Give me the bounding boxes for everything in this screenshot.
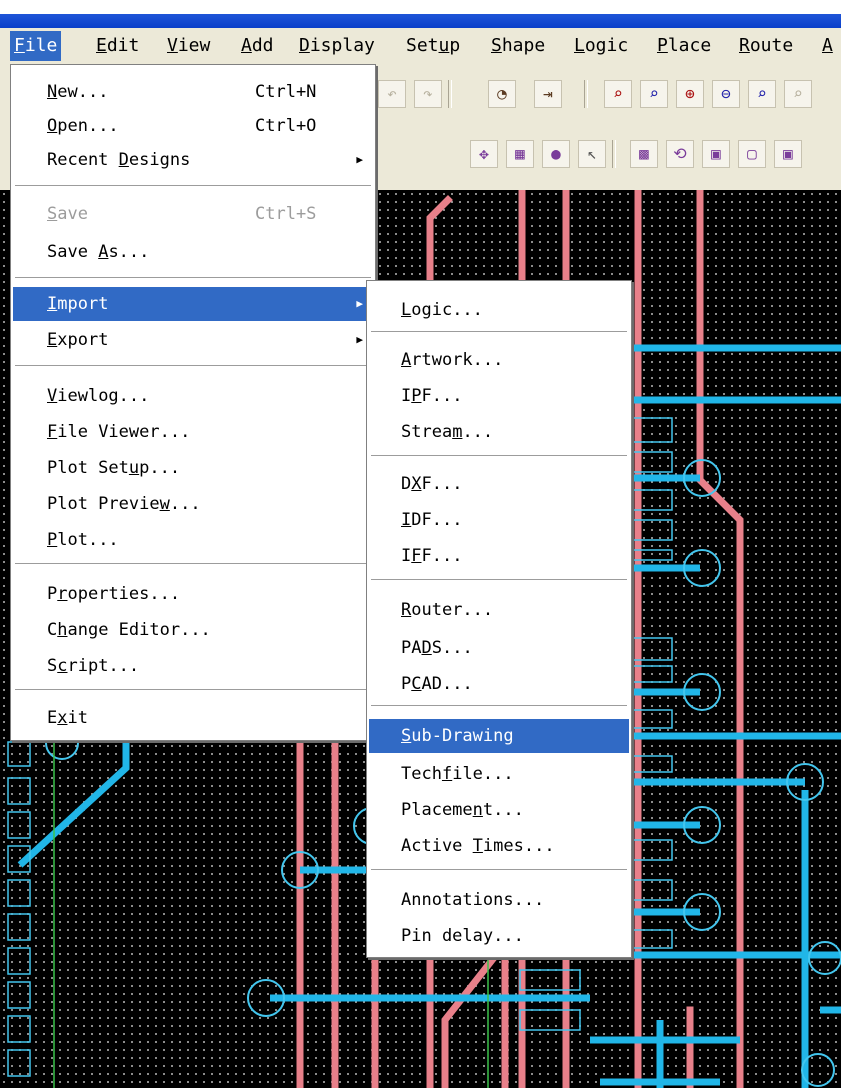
menu-item-active-times[interactable]: Active Times... (369, 829, 629, 863)
menu-separator (15, 277, 371, 279)
menu-separator (371, 869, 627, 871)
menu-item-artwork[interactable]: Artwork... (369, 343, 629, 377)
shortcut-label: Ctrl+N (255, 82, 317, 102)
pcb-pad-rect (7, 879, 31, 907)
shape-fill-icon[interactable]: ✥ (470, 140, 498, 168)
menu-item-dxf[interactable]: DXF... (369, 467, 629, 501)
menu-item-idf[interactable]: IDF... (369, 503, 629, 537)
submenu-arrow-icon: ▶ (356, 333, 363, 346)
menu-item-viewlog[interactable]: Viewlog... (13, 379, 373, 413)
menu-place[interactable]: Place (653, 31, 715, 61)
submenu-arrow-icon: ▶ (356, 153, 363, 166)
pcb-pad-rect (7, 913, 31, 941)
menu-item-properties[interactable]: Properties... (13, 577, 373, 611)
menu-item-new[interactable]: New... Ctrl+N (13, 75, 373, 109)
menu-item-plot[interactable]: Plot... (13, 523, 373, 557)
pcb-pad-rect (7, 777, 31, 805)
menu-logic[interactable]: Logic (570, 31, 632, 61)
menu-setup[interactable]: Setup (402, 31, 464, 61)
menu-item-change-editor[interactable]: Change Editor... (13, 613, 373, 647)
menu-separator (371, 705, 627, 707)
square-icon[interactable]: ▣ (702, 140, 730, 168)
square-outline-icon[interactable]: ▣ (774, 140, 802, 168)
menu-item-export[interactable]: Export ▶ (13, 323, 373, 357)
menu-edit[interactable]: Edit (92, 31, 143, 61)
cyan-trace (17, 738, 130, 868)
zoom-pick-icon[interactable]: ⌕ (604, 80, 632, 108)
menu-item-pcad[interactable]: PCAD... (369, 667, 629, 701)
menu-item-stream[interactable]: Stream... (369, 415, 629, 449)
pcb-pad-rect (7, 1049, 31, 1077)
menu-item-plot-preview[interactable]: Plot Preview... (13, 487, 373, 521)
pcb-pad-rect (7, 1015, 31, 1043)
toolbar-separator (584, 80, 588, 108)
menu-item-techfile[interactable]: Techfile... (369, 757, 629, 791)
menu-item-annotations[interactable]: Annotations... (369, 883, 629, 917)
menu-item-pin-delay[interactable]: Pin delay... (369, 919, 629, 953)
menu-item-open[interactable]: Open... Ctrl+O (13, 109, 373, 143)
menu-display[interactable]: Display (295, 31, 379, 61)
rotate-icon[interactable]: ⟲ (666, 140, 694, 168)
menu-item-pads[interactable]: PADS... (369, 631, 629, 665)
menu-file[interactable]: File (10, 31, 62, 61)
zoom-out-icon[interactable]: ⊖ (712, 80, 740, 108)
pcb-pad-rect (7, 981, 31, 1009)
pcb-pad-rect (7, 811, 31, 839)
menu-separator (15, 689, 371, 691)
menu-item-save: Save Ctrl+S (13, 197, 373, 231)
menu-item-sub-drawing[interactable]: Sub-Drawing (369, 719, 629, 753)
menu-item-logic[interactable]: Logic... (369, 293, 629, 327)
menu-separator (15, 185, 371, 187)
shortcut-label: Ctrl+O (255, 116, 317, 136)
shortcut-label: Ctrl+S (255, 204, 317, 224)
menu-route[interactable]: Route (735, 31, 797, 61)
file-menu: New... Ctrl+N Open... Ctrl+O Recent Design… (10, 64, 376, 741)
pcb-pad-rect (519, 1009, 581, 1031)
menu-item-exit[interactable]: Exit (13, 701, 373, 735)
menu-separator (371, 331, 627, 333)
menu-item-save-as[interactable]: Save As... (13, 235, 373, 269)
menu-item-import[interactable]: Import ▶ (13, 287, 373, 321)
pattern-icon[interactable]: ▩ (630, 140, 658, 168)
pink-trace (441, 945, 505, 1088)
zoom-fit-icon[interactable]: ⌕ (640, 80, 668, 108)
menu-item-iff[interactable]: IFF... (369, 539, 629, 573)
menu-separator (371, 455, 627, 457)
menu-item-router[interactable]: Router... (369, 593, 629, 627)
menu-bar: File Edit View Add Display Setup Shape L… (0, 28, 841, 65)
application-window: File Edit View Add Display Setup Shape L… (0, 0, 841, 1088)
title-bar (0, 14, 841, 28)
redo-icon[interactable]: ↷ (414, 80, 442, 108)
undo-icon[interactable]: ↶ (378, 80, 406, 108)
zoom-in-icon[interactable]: ⊕ (676, 80, 704, 108)
menu-item-plot-setup[interactable]: Plot Setup... (13, 451, 373, 485)
menu-separator (15, 563, 371, 565)
menu-item-recent-designs[interactable]: Recent Designs ▶ (13, 143, 373, 177)
menu-shape[interactable]: Shape (487, 31, 549, 61)
select-arrow-icon[interactable]: ↖ (578, 140, 606, 168)
pcb-pad-rect (519, 969, 581, 991)
menu-add[interactable]: Add (237, 31, 278, 61)
menu-view[interactable]: View (163, 31, 214, 61)
menu-analyze[interactable]: A (818, 31, 837, 61)
menu-item-script[interactable]: Script... (13, 649, 373, 683)
pin-icon[interactable]: ⇥ (534, 80, 562, 108)
pcb-pad-rect (7, 947, 31, 975)
toolbar-separator (448, 80, 452, 108)
submenu-arrow-icon: ▶ (356, 297, 363, 310)
menu-item-ipf[interactable]: IPF... (369, 379, 629, 413)
menu-separator (371, 579, 627, 581)
import-submenu: Logic... Artwork... IPF... Stream... DXF… (366, 280, 632, 958)
toolbar-separator (612, 140, 616, 168)
zoom-previous-icon[interactable]: ⌕ (784, 80, 812, 108)
zoom-world-icon[interactable]: ⌕ (748, 80, 776, 108)
shape-icon[interactable]: ◔ (488, 80, 516, 108)
menu-item-placement[interactable]: Placement... (369, 793, 629, 827)
square-outline-icon[interactable]: ▢ (738, 140, 766, 168)
menu-item-file-viewer[interactable]: File Viewer... (13, 415, 373, 449)
grid-icon[interactable]: ▦ (506, 140, 534, 168)
circle-icon[interactable]: ● (542, 140, 570, 168)
pcb-pad-rect (7, 741, 31, 767)
menu-separator (15, 365, 371, 367)
